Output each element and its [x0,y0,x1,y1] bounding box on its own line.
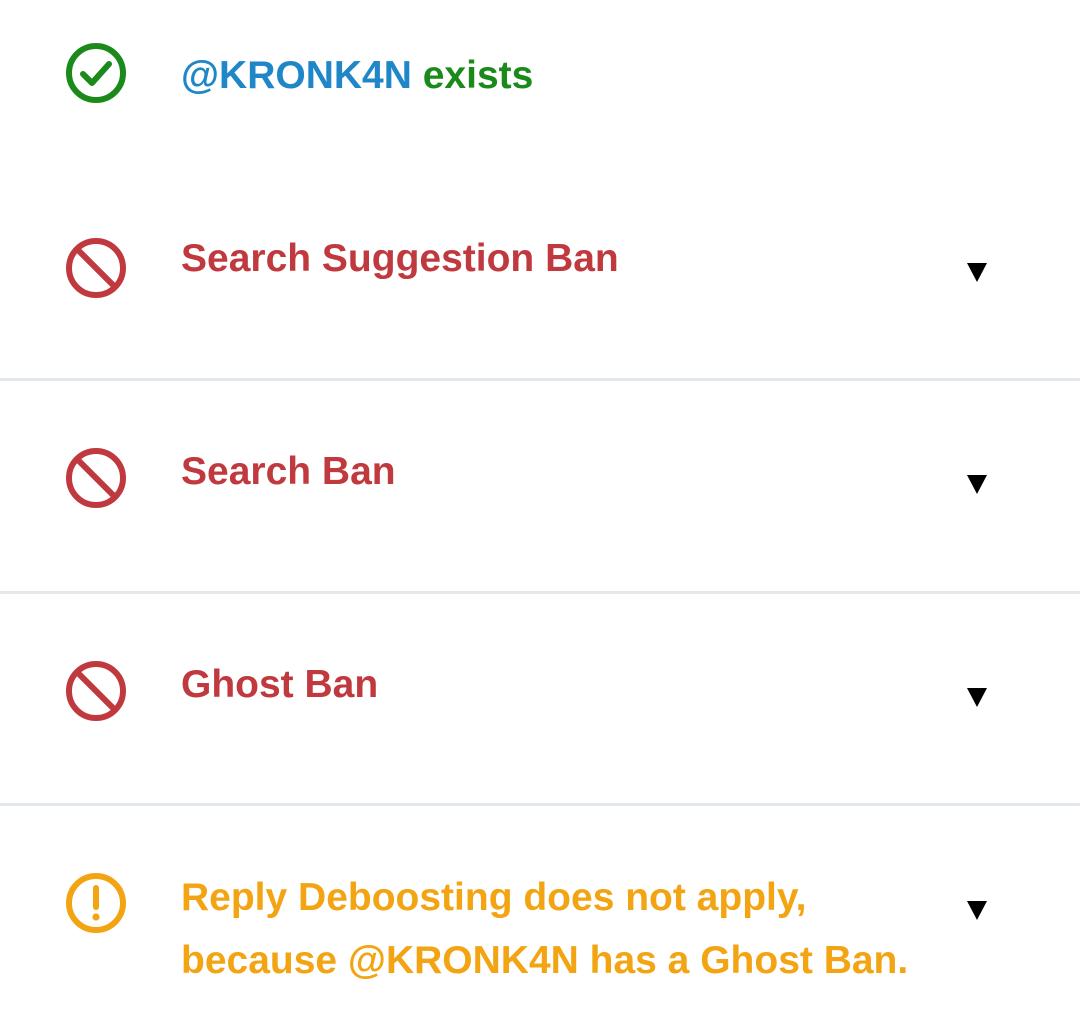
triangle-down-icon [967,263,987,282]
reply-deboosting-line-2: because @KRONK4N has a Ghost Ban. [181,939,909,982]
exists-message: @KRONK4N exists [181,44,533,107]
triangle-down-icon [967,901,987,920]
ban-icon [64,659,128,723]
search-ban-expand-toggle[interactable] [960,467,994,501]
reply-deboosting-message: Reply Deboosting does not apply, because… [181,866,908,992]
triangle-down-icon [967,475,987,494]
ghost-ban-label: Ghost Ban [181,663,379,706]
triangle-down-icon [967,688,987,707]
search-ban-label: Search Ban [181,450,396,493]
exists-row: @KRONK4N exists [0,0,1080,160]
warning-circle-icon [64,871,128,935]
search-suggestion-ban-label: Search Suggestion Ban [181,237,619,280]
check-circle-icon [64,41,128,105]
handle-link[interactable]: @KRONK4N [181,54,412,97]
ban-icon [64,236,128,300]
search-ban-row[interactable]: Search Ban [0,381,1080,591]
ghost-ban-expand-toggle[interactable] [960,680,994,714]
ghost-ban-row[interactable]: Ghost Ban [0,594,1080,803]
exists-status: exists [422,54,534,97]
reply-deboosting-line-1: Reply Deboosting does not apply, [181,876,807,919]
search-suggestion-ban-expand-toggle[interactable] [960,255,994,289]
reply-deboosting-row[interactable]: Reply Deboosting does not apply, because… [0,806,1080,1013]
search-suggestion-ban-row[interactable]: Search Suggestion Ban [0,160,1080,378]
reply-deboosting-expand-toggle[interactable] [960,893,994,927]
ban-icon [64,446,128,510]
